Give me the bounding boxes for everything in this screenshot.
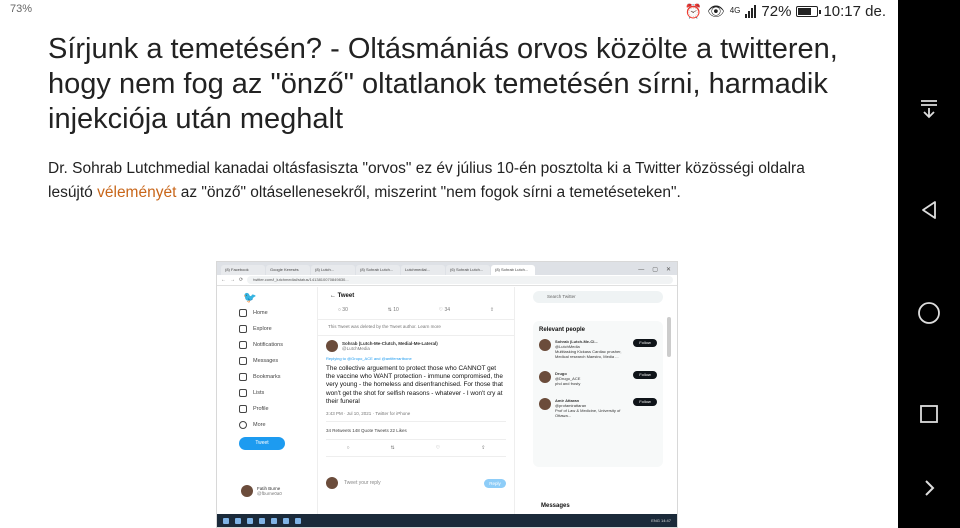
browser-tab: Google Keresés bbox=[266, 265, 310, 275]
tweet-author: Sohrab (Lutch-Me-Clutch, Medial-Me-Later… bbox=[326, 340, 506, 352]
signal-icon bbox=[745, 4, 757, 18]
status-bar: 73% ⏰ 👁 4G 72% 10:17 de. bbox=[0, 0, 898, 22]
reload-icon: ⟳ bbox=[239, 277, 244, 283]
opinion-link[interactable]: véleményét bbox=[97, 184, 176, 201]
tweet-title: ← Tweet bbox=[330, 293, 355, 299]
article-headline: Sírjunk a temetésén? - Oltásmániás orvos… bbox=[48, 33, 838, 135]
chevron-right-icon bbox=[925, 480, 935, 496]
windows-taskbar: ENG 14:47 bbox=[217, 514, 677, 527]
battery-icon bbox=[796, 5, 822, 17]
share-icon: ⇪ bbox=[481, 445, 486, 452]
tweet-compose-button: Tweet bbox=[239, 437, 285, 450]
nav-home: Home bbox=[239, 305, 309, 321]
nav-messages: Messages bbox=[239, 353, 309, 369]
article-lead: Dr. Sohrab Lutchmedial kanadai oltásfasi… bbox=[48, 157, 828, 205]
url-field: twitter.com/i_lutchmedial/status/1413810… bbox=[247, 276, 673, 284]
nav-user: Fatih Burne @fburne0a0 bbox=[241, 485, 282, 497]
twitter-page: 🐦 Home Explore Notifications Messages Bo… bbox=[217, 287, 677, 515]
battery-percent: 72% bbox=[761, 2, 792, 20]
forward-icon: → bbox=[230, 277, 235, 283]
deleted-note: This Tweet was deleted by the Tweet auth… bbox=[318, 320, 514, 336]
browser-tab: (8) Facebook bbox=[221, 265, 265, 275]
taskbar-clock: ENG 14:47 bbox=[651, 518, 671, 523]
avatar bbox=[241, 485, 253, 497]
reply-icon: ○ bbox=[346, 445, 350, 452]
nav-explore: Explore bbox=[239, 321, 309, 337]
page-scrollbar bbox=[667, 317, 671, 357]
start-icon bbox=[223, 517, 229, 524]
follow-button: Follow bbox=[633, 371, 657, 379]
retweet-icon: ⇅ bbox=[390, 445, 395, 452]
zoom-level: 73% bbox=[10, 3, 33, 15]
person-row: Drugo @Drugo_ACE phd and frosty Follow bbox=[539, 371, 657, 386]
eye-icon: 👁 bbox=[706, 2, 725, 19]
android-nav-bar bbox=[898, 0, 960, 528]
messages-drawer: Messages bbox=[541, 503, 570, 509]
follow-button: Follow bbox=[633, 398, 657, 406]
replying-to: Replying to @Gropo_ACE and @antiferrartb… bbox=[326, 356, 412, 361]
person-row: Sohrab (Lutch-Me-Cl... @LutchMedia Multita… bbox=[539, 339, 657, 359]
nav-profile: Profile bbox=[239, 401, 309, 417]
nav-lists: Lists bbox=[239, 385, 309, 401]
tweet-actions: ○ ⇅ ♡ ⇪ bbox=[326, 440, 506, 458]
author-avatar bbox=[326, 340, 338, 352]
recents-button[interactable] bbox=[898, 394, 960, 434]
quoted-actions: ○ 30 ⇅ 10 ♡ 34 ⇪ bbox=[318, 305, 514, 320]
status-icons: ⏰ 👁 4G 72% 10:17 de. bbox=[685, 0, 886, 22]
collapse-down-button[interactable] bbox=[898, 88, 960, 128]
recents-square-icon bbox=[920, 405, 938, 423]
relevant-people: Relevant people Sohrab (Lutch-Me-Cl... @L… bbox=[533, 321, 663, 467]
tweet-screenshot-image[interactable]: (8) Facebook Google Keresés (8) Lutch...… bbox=[216, 261, 678, 528]
url-bar: ← → ⟳ twitter.com/i_lutchmedial/status/1… bbox=[217, 275, 677, 286]
nav-more: More bbox=[239, 417, 309, 433]
tweet-column: ← Tweet ○ 30 ⇅ 10 ♡ 34 ⇪ This Tweet was del… bbox=[317, 287, 515, 515]
browser-tab: Lutchmedial... bbox=[401, 265, 445, 275]
relevant-title: Relevant people bbox=[539, 327, 586, 333]
network-type: 4G bbox=[729, 6, 741, 15]
back-icon: ← bbox=[221, 277, 226, 283]
tweet-text: The collective arguement to protect thos… bbox=[326, 365, 503, 405]
back-button[interactable] bbox=[898, 190, 960, 230]
tweet-post: Sohrab (Lutch-Me-Clutch, Medial-Me-Later… bbox=[318, 336, 514, 493]
browser-tab: (8) Sohrab Lutch... bbox=[356, 265, 400, 275]
browser-tabs: (8) Facebook Google Keresés (8) Lutch...… bbox=[217, 262, 677, 275]
alarm-icon: ⏰ bbox=[684, 2, 702, 19]
like-icon: ♡ bbox=[435, 445, 441, 452]
reply-box: Tweet your reply Reply bbox=[326, 477, 506, 490]
tweet-meta: 3:43 PM · Jul 10, 2021 · Twitter for iPh… bbox=[326, 411, 506, 423]
nav-notifications: Notifications bbox=[239, 337, 309, 353]
lead-text-2: az "önző" oltásellenesekről, miszerint "… bbox=[176, 184, 681, 201]
follow-button: Follow bbox=[633, 339, 657, 347]
person-avatar bbox=[539, 339, 551, 351]
next-button[interactable] bbox=[898, 468, 960, 508]
twitter-search: Search Twitter bbox=[533, 291, 663, 303]
person-avatar bbox=[539, 398, 551, 410]
browser-tab: (8) Lutch... bbox=[311, 265, 355, 275]
collapse-down-icon bbox=[921, 100, 937, 119]
twitter-sidebar: 🐦 Home Explore Notifications Messages Bo… bbox=[239, 291, 309, 450]
window-controls: — ▢ ✕ bbox=[638, 267, 671, 273]
reply-avatar bbox=[326, 477, 338, 490]
nav-bookmarks: Bookmarks bbox=[239, 369, 309, 385]
back-triangle-icon bbox=[922, 201, 936, 219]
twitter-bird-icon: 🐦 bbox=[243, 292, 257, 304]
home-circle-icon bbox=[918, 302, 940, 324]
reply-button: Reply bbox=[484, 478, 506, 488]
article: Sírjunk a temetésén? - Oltásmániás orvos… bbox=[48, 32, 878, 205]
browser-tab-active: (8) Sohrab Lutch... bbox=[491, 265, 535, 275]
browser-tab: (6) Sohrab Lutch... bbox=[446, 265, 490, 275]
person-row: Amir Attaran @profamirattaran Prof of Law … bbox=[539, 398, 657, 418]
tweet-stats: 34 Retweets 148 Quote Tweets 22 Likes bbox=[326, 422, 506, 441]
home-button[interactable] bbox=[898, 293, 960, 333]
twitter-right-column: Search Twitter Relevant people Sohrab (L… bbox=[533, 287, 663, 515]
clock: 10:17 de. bbox=[823, 2, 886, 20]
person-avatar bbox=[539, 371, 551, 383]
